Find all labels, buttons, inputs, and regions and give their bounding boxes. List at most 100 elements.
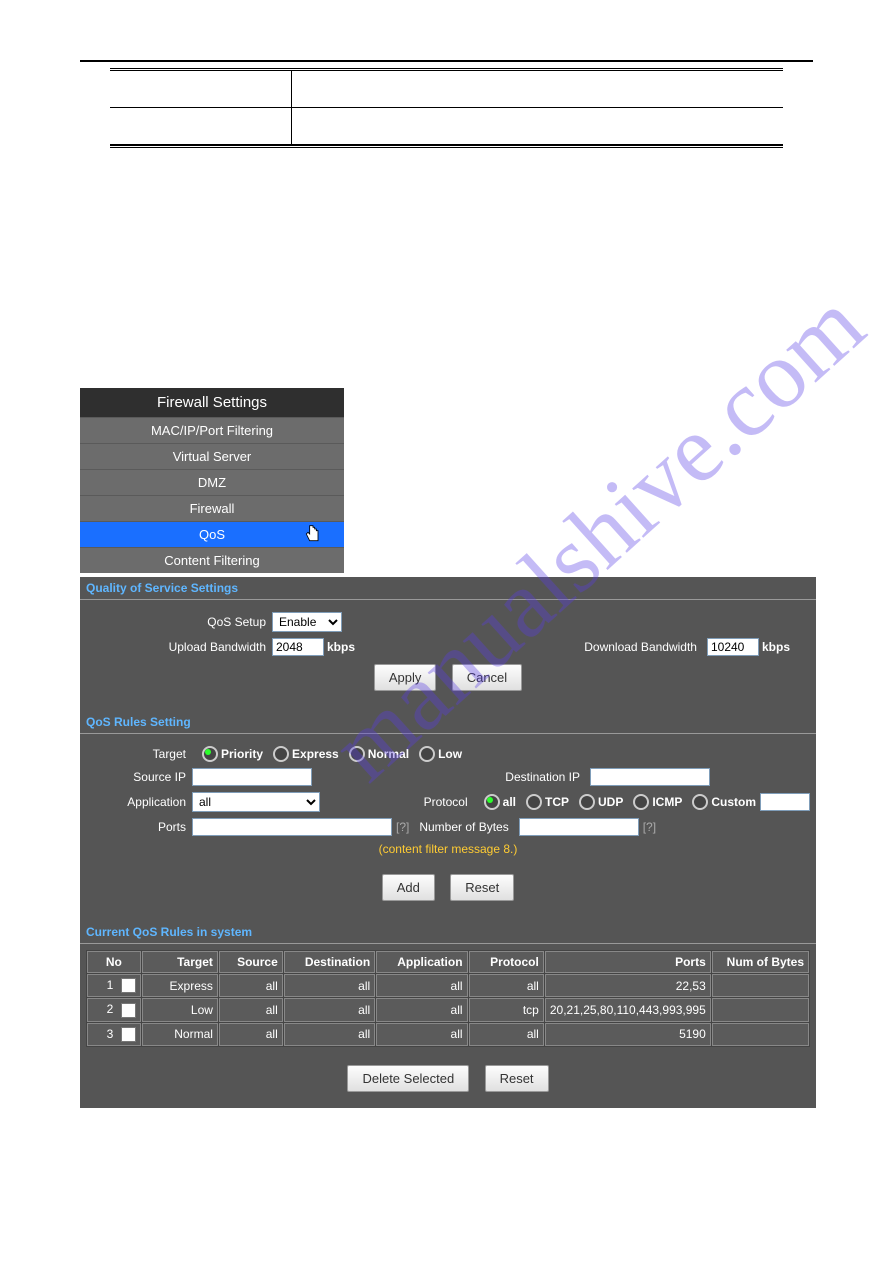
cell-destination: all — [284, 998, 375, 1021]
cell-source: all — [219, 974, 283, 997]
protocol-udp-label: UDP — [598, 795, 623, 809]
protocol-label: Protocol — [424, 795, 474, 809]
upload-bw-input[interactable] — [272, 638, 324, 656]
col-target: Target — [142, 951, 218, 973]
col-destination: Destination — [284, 951, 375, 973]
current-rules-table: No Target Source Destination Application… — [86, 950, 810, 1047]
protocol-icmp-label: ICMP — [652, 795, 682, 809]
source-ip-input[interactable] — [192, 768, 312, 786]
protocol-icmp-radio[interactable] — [633, 794, 649, 810]
sidebar-item-content-filtering[interactable]: Content Filtering — [80, 547, 344, 573]
cancel-button-label: Cancel — [467, 670, 507, 685]
protocol-tcp-radio[interactable] — [526, 794, 542, 810]
sidebar-item-label: DMZ — [198, 475, 226, 490]
cell-bytes — [712, 1023, 809, 1046]
cell-no: 2 — [87, 998, 141, 1021]
target-low-label: Low — [438, 747, 462, 761]
col-ports: Ports — [545, 951, 711, 973]
delete-selected-label: Delete Selected — [362, 1071, 454, 1086]
col-no: No — [87, 951, 141, 973]
cell-bytes — [712, 998, 809, 1021]
protocol-custom-input[interactable] — [760, 793, 810, 811]
cell-protocol: all — [469, 1023, 544, 1046]
sidebar-item-firewall[interactable]: Firewall — [80, 495, 344, 521]
target-priority-label: Priority — [221, 747, 263, 761]
application-label: Application — [86, 795, 192, 809]
col-source: Source — [219, 951, 283, 973]
cell-application: all — [376, 974, 467, 997]
sidebar-item-label: Firewall — [190, 501, 235, 516]
dest-ip-label: Destination IP — [505, 770, 586, 784]
protocol-custom-label: Custom — [711, 795, 756, 809]
bytes-help-icon[interactable]: [?] — [643, 820, 656, 834]
cell-application: all — [376, 998, 467, 1021]
cell-protocol: tcp — [469, 998, 544, 1021]
target-express-radio[interactable] — [273, 746, 289, 762]
add-button-label: Add — [397, 880, 420, 895]
dest-ip-input[interactable] — [590, 768, 710, 786]
cancel-button[interactable]: Cancel — [452, 664, 522, 691]
reset-rules-label: Reset — [465, 880, 499, 895]
apply-button-label: Apply — [389, 670, 422, 685]
row-checkbox[interactable] — [121, 1003, 136, 1018]
reset-table-label: Reset — [500, 1071, 534, 1086]
bytes-label: Number of Bytes — [419, 820, 514, 834]
qos-setup-select[interactable]: Enable — [272, 612, 342, 632]
sidebar-item-qos[interactable]: QoS — [80, 521, 344, 547]
cell-target: Low — [142, 998, 218, 1021]
cell-source: all — [219, 998, 283, 1021]
protocol-tcp-label: TCP — [545, 795, 569, 809]
target-express-label: Express — [292, 747, 339, 761]
sidebar-item-virtual-server[interactable]: Virtual Server — [80, 443, 344, 469]
download-bw-unit: kbps — [762, 640, 790, 654]
cell-target: Express — [142, 974, 218, 997]
top-spec-table — [110, 71, 783, 145]
add-button[interactable]: Add — [382, 874, 435, 901]
protocol-all-label: all — [503, 795, 516, 809]
cell-destination: all — [284, 1023, 375, 1046]
bytes-input[interactable] — [519, 818, 639, 836]
sidebar-item-label: Virtual Server — [173, 449, 252, 464]
application-select[interactable]: all — [192, 792, 320, 812]
target-normal-radio[interactable] — [349, 746, 365, 762]
firewall-sidebar: Firewall Settings MAC/IP/Port Filtering … — [80, 388, 344, 573]
source-ip-label: Source IP — [86, 770, 192, 784]
col-bytes: Num of Bytes — [712, 951, 809, 973]
cell-bytes — [712, 974, 809, 997]
delete-selected-button[interactable]: Delete Selected — [347, 1065, 469, 1092]
ports-help-icon[interactable]: [?] — [396, 820, 409, 834]
sidebar-item-dmz[interactable]: DMZ — [80, 469, 344, 495]
sidebar-item-label: MAC/IP/Port Filtering — [151, 423, 273, 438]
sidebar-item-label: QoS — [199, 527, 225, 542]
target-normal-label: Normal — [368, 747, 409, 761]
download-bw-label: Download Bandwidth — [584, 640, 703, 654]
protocol-all-radio[interactable] — [484, 794, 500, 810]
reset-table-button[interactable]: Reset — [485, 1065, 549, 1092]
page-rule-top — [80, 60, 813, 62]
row-checkbox[interactable] — [121, 1027, 136, 1042]
qos-panel: Quality of Service Settings QoS Setup En… — [80, 577, 816, 1108]
cell-destination: all — [284, 974, 375, 997]
table-header-row: No Target Source Destination Application… — [87, 951, 809, 973]
hand-cursor-icon — [304, 524, 322, 544]
cell-ports: 20,21,25,80,110,443,993,995 — [545, 998, 711, 1021]
download-bw-input[interactable] — [707, 638, 759, 656]
target-low-radio[interactable] — [419, 746, 435, 762]
cell-ports: 5190 — [545, 1023, 711, 1046]
col-application: Application — [376, 951, 467, 973]
protocol-udp-radio[interactable] — [579, 794, 595, 810]
cell-ports: 22,53 — [545, 974, 711, 997]
reset-rules-button[interactable]: Reset — [450, 874, 514, 901]
cell-no: 1 — [87, 974, 141, 997]
table-row: 3 Normalallallallall5190 — [87, 1023, 809, 1046]
qos-settings-title: Quality of Service Settings — [80, 577, 816, 600]
sidebar-item-mac-ip-port[interactable]: MAC/IP/Port Filtering — [80, 417, 344, 443]
row-checkbox[interactable] — [121, 978, 136, 993]
ports-input[interactable] — [192, 818, 392, 836]
target-priority-radio[interactable] — [202, 746, 218, 762]
table-row: 1 Expressallallallall22,53 — [87, 974, 809, 997]
apply-button[interactable]: Apply — [374, 664, 437, 691]
protocol-custom-radio[interactable] — [692, 794, 708, 810]
ports-label: Ports — [86, 820, 192, 834]
cell-no: 3 — [87, 1023, 141, 1046]
